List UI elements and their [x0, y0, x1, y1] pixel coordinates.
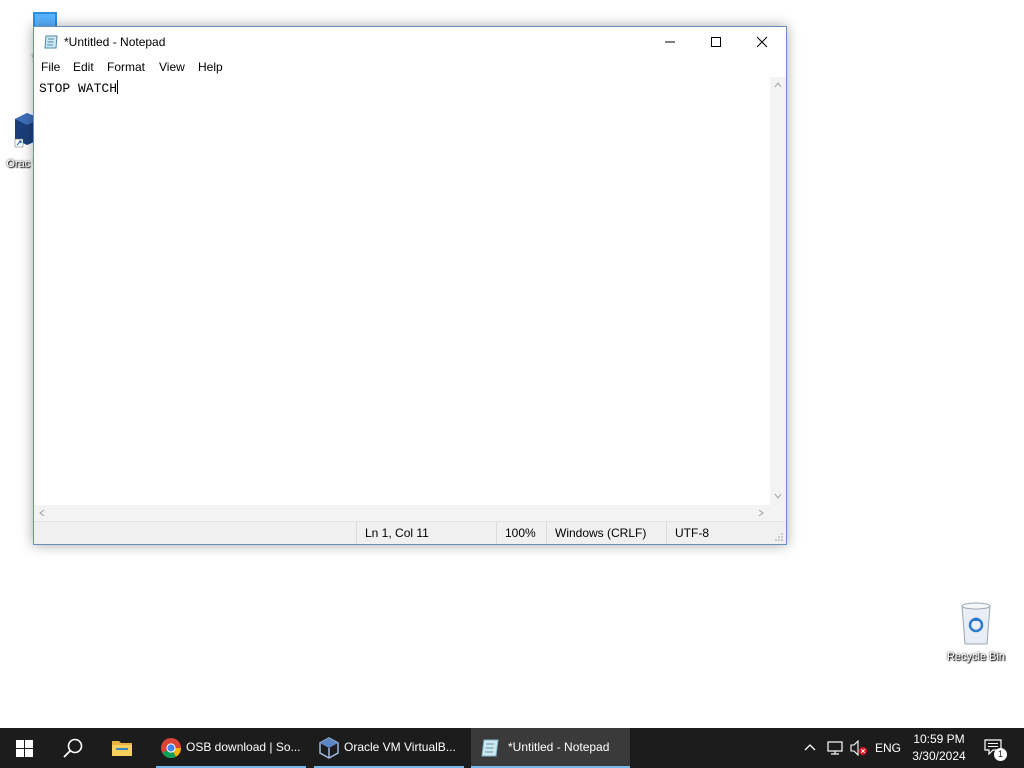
desktop-icon-recycle-bin[interactable]: Recycle Bin: [938, 600, 1014, 670]
text-editor[interactable]: STOP WATCH: [34, 77, 770, 505]
scroll-right-arrow-icon[interactable]: [758, 509, 764, 517]
start-button[interactable]: [0, 728, 48, 768]
network-button[interactable]: [824, 728, 846, 768]
taskbar-virtualbox[interactable]: Oracle VM VirtualB...: [314, 728, 464, 768]
virtualbox-icon: [319, 737, 339, 759]
language-indicator[interactable]: ENG: [872, 728, 904, 768]
status-bar: Ln 1, Col 11 100% Windows (CRLF) UTF-8: [34, 521, 786, 544]
window-title: *Untitled - Notepad: [64, 35, 166, 49]
horizontal-scrollbar[interactable]: [34, 505, 770, 521]
volume-muted-icon: [850, 740, 867, 756]
scroll-down-arrow-icon[interactable]: [774, 493, 782, 499]
clock-date: 3/30/2024: [912, 749, 966, 763]
recycle-bin-icon: [961, 602, 991, 645]
close-button[interactable]: [739, 27, 785, 57]
taskbar-chrome[interactable]: OSB download | So...: [156, 728, 306, 768]
scroll-left-arrow-icon[interactable]: [39, 509, 45, 517]
menu-help[interactable]: Help: [198, 60, 223, 74]
windows-logo-icon: [16, 740, 33, 757]
status-line-ending: Windows (CRLF): [546, 522, 666, 544]
text-caret: [117, 80, 119, 94]
menu-edit[interactable]: Edit: [73, 60, 94, 74]
search-button[interactable]: [48, 728, 96, 768]
network-icon: [827, 741, 843, 755]
show-hidden-icons-button[interactable]: [800, 728, 820, 768]
taskbar: OSB download | So... Oracle VM VirtualB.…: [0, 728, 1024, 768]
taskbar-notepad[interactable]: *Untitled - Notepad: [471, 728, 630, 768]
minimize-button[interactable]: [647, 27, 693, 57]
scroll-up-arrow-icon[interactable]: [774, 82, 782, 88]
clock-time: 10:59 PM: [913, 732, 965, 746]
folder-icon: [112, 741, 132, 756]
search-icon: [63, 738, 83, 758]
task-label: Oracle VM VirtualB...: [344, 740, 456, 754]
resize-grip-icon[interactable]: [774, 532, 784, 542]
notepad-icon: [44, 35, 58, 49]
menu-format[interactable]: Format: [107, 60, 145, 74]
vertical-scrollbar[interactable]: [770, 77, 786, 505]
menu-view[interactable]: View: [159, 60, 185, 74]
menu-file[interactable]: File: [41, 60, 60, 74]
notepad-window: *Untitled - Notepad File Edit Format Vie…: [33, 26, 787, 545]
editor-content: STOP WATCH: [39, 81, 118, 96]
action-center-button[interactable]: 1: [976, 728, 1020, 768]
volume-button[interactable]: [848, 728, 870, 768]
notification-count-badge: 1: [994, 748, 1007, 761]
task-label: *Untitled - Notepad: [508, 740, 610, 754]
status-encoding: UTF-8: [666, 522, 770, 544]
file-explorer-button[interactable]: [98, 728, 146, 768]
scrollbar-corner: [770, 505, 786, 521]
notepad-icon: [481, 739, 499, 757]
clock[interactable]: 10:59 PM 3/30/2024: [906, 728, 972, 768]
chevron-up-icon: [804, 744, 816, 751]
desktop-icon-label: Recycle Bin: [946, 651, 1006, 663]
status-zoom: 100%: [496, 522, 546, 544]
menu-bar: File Edit Format View Help: [34, 57, 786, 77]
title-bar[interactable]: *Untitled - Notepad: [34, 27, 786, 57]
maximize-icon: [711, 37, 721, 47]
maximize-button[interactable]: [693, 27, 739, 57]
close-icon: [756, 36, 768, 48]
task-label: OSB download | So...: [186, 740, 301, 754]
chrome-icon: [161, 738, 182, 759]
minimize-icon: [665, 41, 675, 43]
status-cursor-position: Ln 1, Col 11: [356, 522, 496, 544]
